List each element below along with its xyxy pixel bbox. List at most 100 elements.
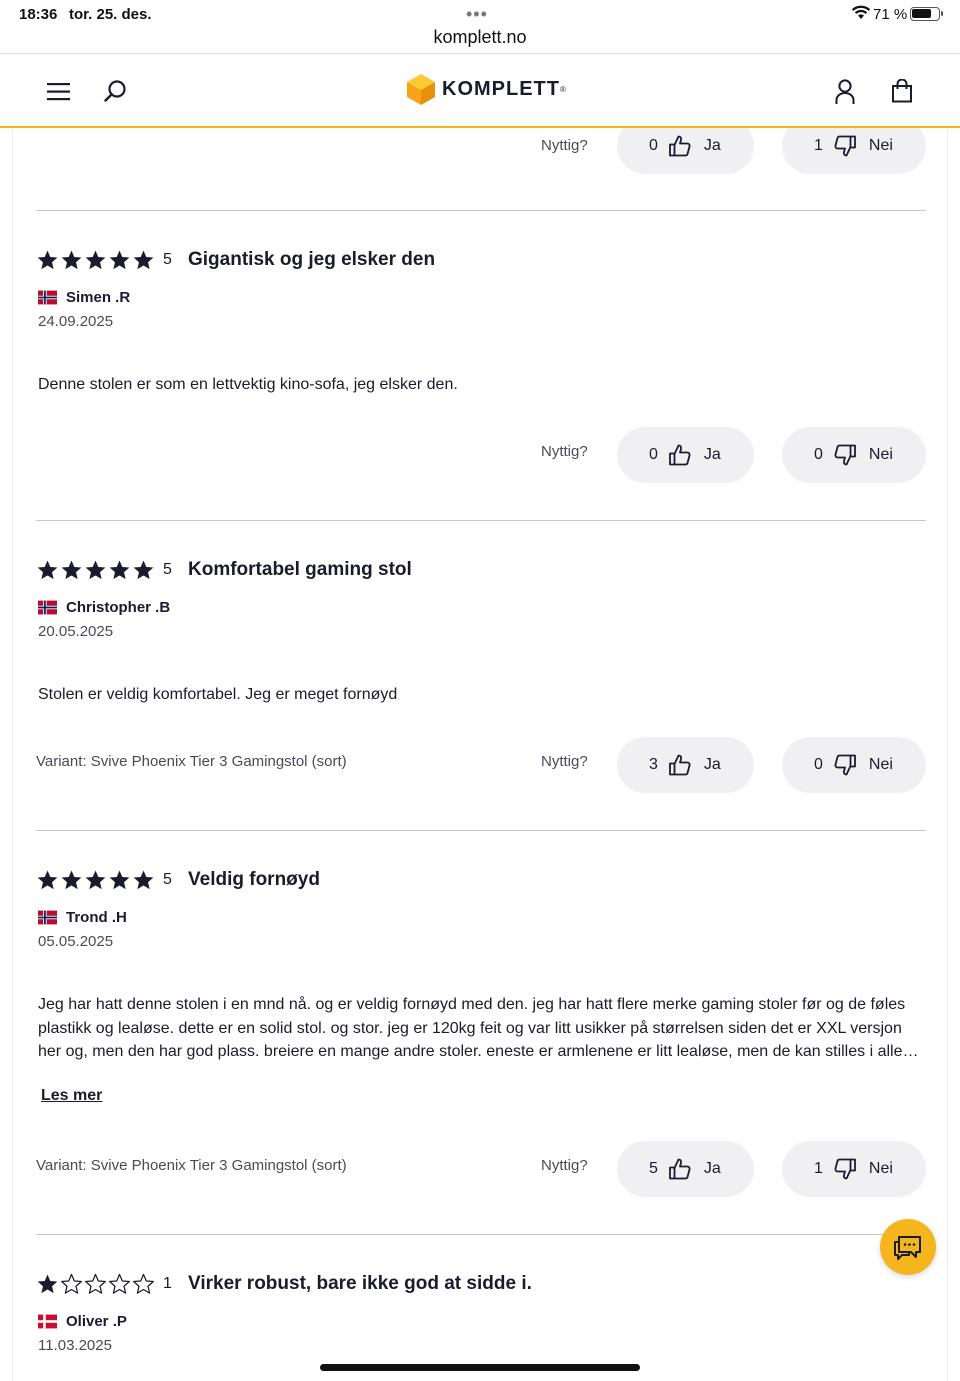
vote-yes-button[interactable]: 5 Ja [617,1141,754,1197]
review-item: 5 Komfortabel gaming stol Christopher .B… [36,557,926,797]
no-label: Nei [868,137,893,154]
star-empty-icon [61,1273,82,1294]
multitasking-dots-icon[interactable]: ••• [466,4,488,25]
vote-yes-button[interactable]: 0 Ja [617,427,754,483]
review-variant: Variant: Svive Phoenix Tier 3 Gamingstol… [36,753,347,770]
yes-label: Ja [703,137,721,154]
review-item: 5 Gigantisk og jeg elsker den Simen .R 2… [36,247,926,487]
star-filled-icon [85,559,106,579]
thumbs-up-icon [669,135,691,157]
star-rating [36,869,155,892]
review-title: Komfortabel gaming stol [188,559,412,580]
review-author: Trond .H [38,909,127,926]
yes-count: 0 [649,137,658,154]
logo-text: KOMPLETT [442,77,560,100]
vote-no-button[interactable]: 0 Nei [782,427,926,483]
star-filled-icon [37,559,58,579]
rating-row: 5 [36,867,172,893]
star-empty-icon [85,1273,106,1294]
status-date: tor. 25. des. [69,6,152,23]
yes-label: Ja [703,1160,721,1177]
star-filled-icon [109,559,130,579]
rating-number: 5 [163,871,172,888]
no-count: 1 [814,1160,823,1177]
star-rating [36,559,155,582]
battery-icon [910,7,943,21]
site-header: KOMPLETT ® [0,54,960,128]
star-filled-icon [37,249,58,269]
star-filled-icon [133,249,154,269]
yes-label: Ja [703,756,721,773]
star-filled-icon [85,869,106,889]
thumbs-up-icon [669,1158,691,1180]
no-count: 0 [814,446,823,463]
yes-count: 3 [649,756,658,773]
author-name: Trond .H [66,909,127,926]
review-body: Jeg har hatt denne stolen i en mnd nå. o… [38,993,926,1064]
battery-percentage: 71 % [873,6,908,23]
chat-button[interactable] [880,1219,936,1275]
review-divider [36,830,926,831]
vote-yes-button[interactable]: 3 Ja [617,737,754,793]
helpful-label: Nyttig? [541,1157,588,1174]
vote-no-button[interactable]: 1 Nei [782,128,926,174]
helpful-label: Nyttig? [541,753,588,770]
url-text: komplett.no [433,27,527,47]
thumbs-up-icon [669,444,691,466]
review-body-line: plastikk og lealøse. dette er en solid s… [38,1019,902,1037]
no-count: 0 [814,756,823,773]
review-title: Gigantisk og jeg elsker den [188,249,436,270]
registered-mark: ® [560,84,566,94]
home-indicator[interactable] [320,1364,640,1371]
star-empty-icon [109,1273,130,1294]
thumbs-down-icon [834,444,856,466]
review-author: Oliver .P [38,1313,127,1330]
read-more-link[interactable]: Les mer [41,1087,102,1105]
star-filled-icon [61,249,82,269]
menu-icon[interactable] [47,82,70,101]
vote-yes-button[interactable]: 0 Ja [617,128,754,174]
partial-review-actions: Nyttig? 0 Ja 1 Nei [36,128,926,176]
no-label: Nei [868,1160,893,1177]
star-filled-icon [133,869,154,889]
review-body: Stolen er veldig komfortabel. Jeg er meg… [38,686,398,703]
review-title: Veldig fornøyd [188,869,320,890]
norway-flag-icon [38,290,57,305]
norway-flag-icon [38,600,57,615]
review-body: Denne stolen er som en lettvektig kino-s… [38,376,458,393]
norway-flag-icon [38,910,57,925]
wifi-icon [851,5,871,19]
star-rating [36,249,155,272]
search-icon[interactable] [104,79,128,103]
cart-icon[interactable] [891,79,913,103]
review-title: Virker robust, bare ikke god at sidde i. [188,1273,532,1294]
rating-row: 5 [36,247,172,273]
rating-number: 5 [163,251,172,268]
komplett-logo[interactable]: KOMPLETT ® [406,72,566,106]
author-name: Christopher .B [66,599,171,616]
star-rating [36,1273,155,1296]
rating-number: 1 [163,1275,172,1292]
reviews-list: Nyttig? 0 Ja 1 Nei 5 Gigantisk og jeg el… [12,128,948,1381]
logo-cube-icon [407,73,435,105]
star-filled-icon [61,559,82,579]
no-count: 1 [814,137,823,154]
star-filled-icon [133,559,154,579]
url-bar[interactable]: komplett.no [0,24,960,54]
yes-count: 0 [649,446,658,463]
star-filled-icon [37,869,58,889]
review-author: Simen .R [38,289,130,306]
denmark-flag-icon [38,1314,57,1329]
review-variant: Variant: Svive Phoenix Tier 3 Gamingstol… [36,1157,347,1174]
user-icon[interactable] [835,79,855,105]
vote-no-button[interactable]: 1 Nei [782,1141,926,1197]
review-date: 20.05.2025 [38,623,114,640]
review-author: Christopher .B [38,599,170,616]
review-divider [36,210,926,211]
helpful-label: Nyttig? [541,137,588,154]
author-name: Oliver .P [66,1313,127,1330]
thumbs-down-icon [834,754,856,776]
vote-no-button[interactable]: 0 Nei [782,737,926,793]
review-item: 5 Veldig fornøyd Trond .H 05.05.2025 Jeg… [36,867,926,1197]
author-name: Simen .R [66,289,131,306]
